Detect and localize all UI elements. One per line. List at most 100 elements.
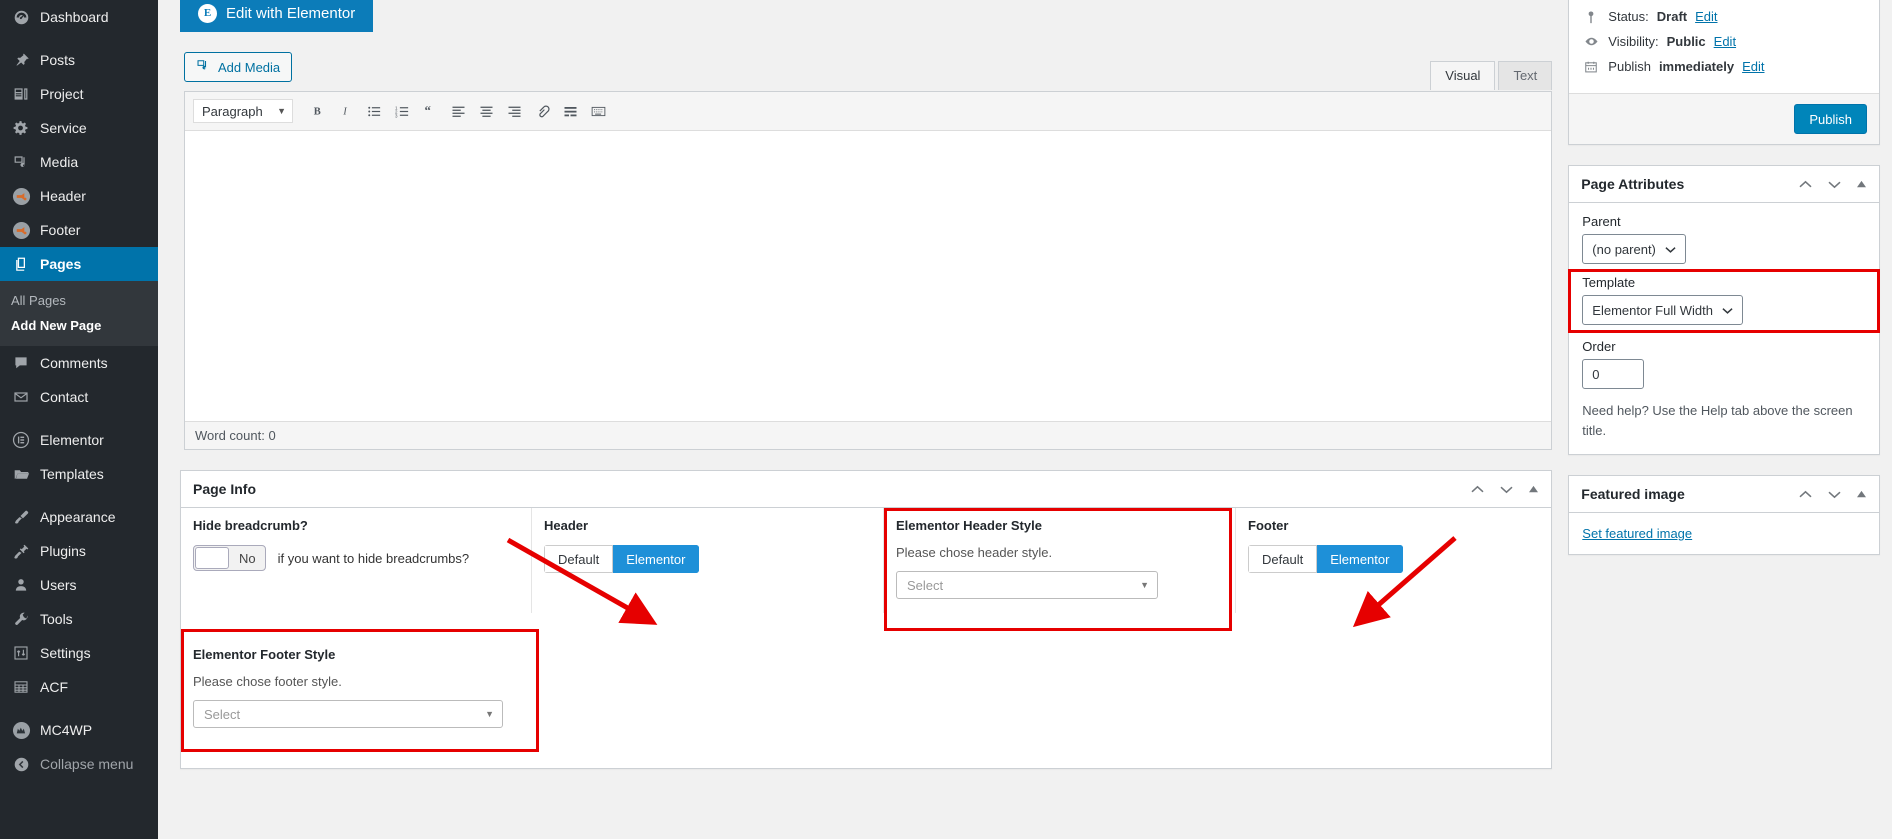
align-left-icon[interactable] xyxy=(445,98,471,124)
order-input[interactable]: 0 xyxy=(1582,359,1645,389)
tab-text[interactable]: Text xyxy=(1498,61,1553,90)
sidebar-item-service[interactable]: Service xyxy=(0,111,158,145)
sidebar-item-project[interactable]: Project xyxy=(0,77,158,111)
sidebar-item-settings[interactable]: Settings xyxy=(0,636,158,670)
sidebar-subitem-all-pages[interactable]: All Pages xyxy=(0,288,158,313)
visibility-edit-link[interactable]: Edit xyxy=(1714,34,1736,49)
page-attributes-controls xyxy=(1798,179,1867,190)
sidebar-item-label: Contact xyxy=(40,389,89,405)
chevron-down-icon: ▼ xyxy=(1140,580,1149,590)
sidebar-divider xyxy=(0,34,158,43)
schedule-edit-link[interactable]: Edit xyxy=(1742,59,1764,74)
move-down-icon[interactable] xyxy=(1499,484,1514,495)
sidebar-item-acf[interactable]: ACF xyxy=(0,670,158,704)
align-center-icon[interactable] xyxy=(473,98,499,124)
status-edit-link[interactable]: Edit xyxy=(1695,9,1717,24)
visibility-label: Visibility: xyxy=(1608,34,1659,49)
move-up-icon[interactable] xyxy=(1470,484,1485,495)
sidebar-item-appearance[interactable]: Appearance xyxy=(0,500,158,534)
move-up-icon[interactable] xyxy=(1798,179,1813,190)
sidebar-item-collapse-menu[interactable]: Collapse menu xyxy=(0,747,158,781)
sidebar-item-templates[interactable]: Templates xyxy=(0,457,158,491)
bulleted-list-icon[interactable] xyxy=(361,98,387,124)
align-right-icon[interactable] xyxy=(501,98,527,124)
toolbar-toggle-icon[interactable] xyxy=(585,98,611,124)
elementor-logo-icon: E xyxy=(198,3,217,23)
sidebar-item-label: Footer xyxy=(40,222,81,238)
chevron-down-icon: ▼ xyxy=(277,106,286,116)
move-up-icon[interactable] xyxy=(1798,489,1813,500)
edit-with-elementor-button[interactable]: E Edit with Elementor xyxy=(180,0,374,32)
sidebar-item-dashboard[interactable]: Dashboard xyxy=(0,0,158,34)
media-icon xyxy=(11,152,31,172)
elementor-footer-style-value: Select xyxy=(204,706,241,722)
tab-visual[interactable]: Visual xyxy=(1430,61,1496,90)
sidebar-submenu-pages: All Pages Add New Page xyxy=(0,281,158,346)
elementor-header-style-desc: Please chose header style. xyxy=(896,545,1053,560)
pages-icon xyxy=(11,254,31,274)
sidebar-item-elementor[interactable]: Elementor xyxy=(0,423,158,457)
sidebar-item-pages[interactable]: Pages xyxy=(0,247,158,281)
comment-icon xyxy=(11,353,31,373)
footer-option-elementor[interactable]: Elementor xyxy=(1317,545,1404,573)
toggle-panel-icon[interactable] xyxy=(1856,490,1867,499)
svg-text:I: I xyxy=(342,107,347,118)
sidebar-item-tools[interactable]: Tools xyxy=(0,602,158,636)
page-info-controls xyxy=(1470,484,1539,495)
editor-content-area[interactable] xyxy=(185,131,1552,421)
chevron-down-icon: ▼ xyxy=(485,709,494,719)
toggle-panel-icon[interactable] xyxy=(1528,485,1539,494)
header-option-elementor[interactable]: Elementor xyxy=(613,545,700,573)
user-icon xyxy=(11,575,31,595)
italic-icon[interactable]: I xyxy=(333,98,359,124)
sidebar-item-plugins[interactable]: Plugins xyxy=(0,534,158,568)
brush-icon xyxy=(11,507,31,527)
footer-field: Footer Default Elementor xyxy=(1235,508,1525,613)
sidebar-item-header[interactable]: Header xyxy=(0,179,158,213)
toggle-panel-icon[interactable] xyxy=(1856,180,1867,189)
elementor-footer-style-select[interactable]: Select ▼ xyxy=(193,700,503,728)
insert-link-icon[interactable] xyxy=(529,98,555,124)
email-icon xyxy=(11,387,31,407)
bold-icon[interactable]: B xyxy=(305,98,331,124)
sidebar-item-label: Collapse menu xyxy=(40,756,134,772)
add-media-button[interactable]: Add Media xyxy=(184,52,293,82)
paragraph-format-select[interactable]: Paragraph ▼ xyxy=(193,99,293,123)
sidebar-item-label: Posts xyxy=(40,52,76,68)
edit-with-elementor-label: Edit with Elementor xyxy=(226,4,356,22)
sidebar-item-media[interactable]: Media xyxy=(0,145,158,179)
elementor-header-style-select[interactable]: Select ▼ xyxy=(896,571,1158,599)
chevron-down-icon xyxy=(1722,303,1733,318)
hide-breadcrumb-toggle[interactable]: No xyxy=(193,545,266,571)
publish-button[interactable]: Publish xyxy=(1794,104,1867,134)
sidebar-item-label: Dashboard xyxy=(40,9,109,25)
sidebar-panels-column: Status: Draft Edit Visibility: Public Ed… xyxy=(1568,0,1880,769)
read-more-icon[interactable] xyxy=(557,98,583,124)
toggle-value: No xyxy=(239,550,256,566)
sidebar-item-label: Media xyxy=(40,154,79,170)
parent-select[interactable]: (no parent) xyxy=(1582,234,1686,264)
elementor-header-style-value: Select xyxy=(907,577,944,593)
sidebar-item-contact[interactable]: Contact xyxy=(0,380,158,414)
page-info-row-1: Hide breadcrumb? No if you want to hide … xyxy=(181,508,1551,631)
set-featured-image-link[interactable]: Set featured image xyxy=(1582,526,1692,541)
sidebar-item-footer[interactable]: Footer xyxy=(0,213,158,247)
header-label: Header xyxy=(544,518,589,533)
eye-icon xyxy=(1582,34,1600,49)
content-editor: Visual Text Paragraph ▼ B I 1 2 3 “ Word… xyxy=(184,61,1553,450)
template-field: Template Elementor Full Width xyxy=(1568,269,1880,333)
header-option-default[interactable]: Default xyxy=(544,545,614,573)
move-down-icon[interactable] xyxy=(1827,179,1842,190)
sidebar-subitem-add-new-page[interactable]: Add New Page xyxy=(0,313,158,338)
sidebar-item-comments[interactable]: Comments xyxy=(0,346,158,380)
blockquote-icon[interactable]: “ xyxy=(417,98,443,124)
numbered-list-icon[interactable]: 123 xyxy=(389,98,415,124)
template-value: Elementor Full Width xyxy=(1592,302,1713,318)
sidebar-item-users[interactable]: Users xyxy=(0,568,158,602)
footer-option-default[interactable]: Default xyxy=(1248,545,1318,573)
template-select[interactable]: Elementor Full Width xyxy=(1582,295,1743,325)
word-count-status: Word count: 0 xyxy=(185,421,1552,449)
sidebar-item-mc4wp[interactable]: MC4WP xyxy=(0,713,158,747)
sidebar-item-posts[interactable]: Posts xyxy=(0,43,158,77)
move-down-icon[interactable] xyxy=(1827,489,1842,500)
